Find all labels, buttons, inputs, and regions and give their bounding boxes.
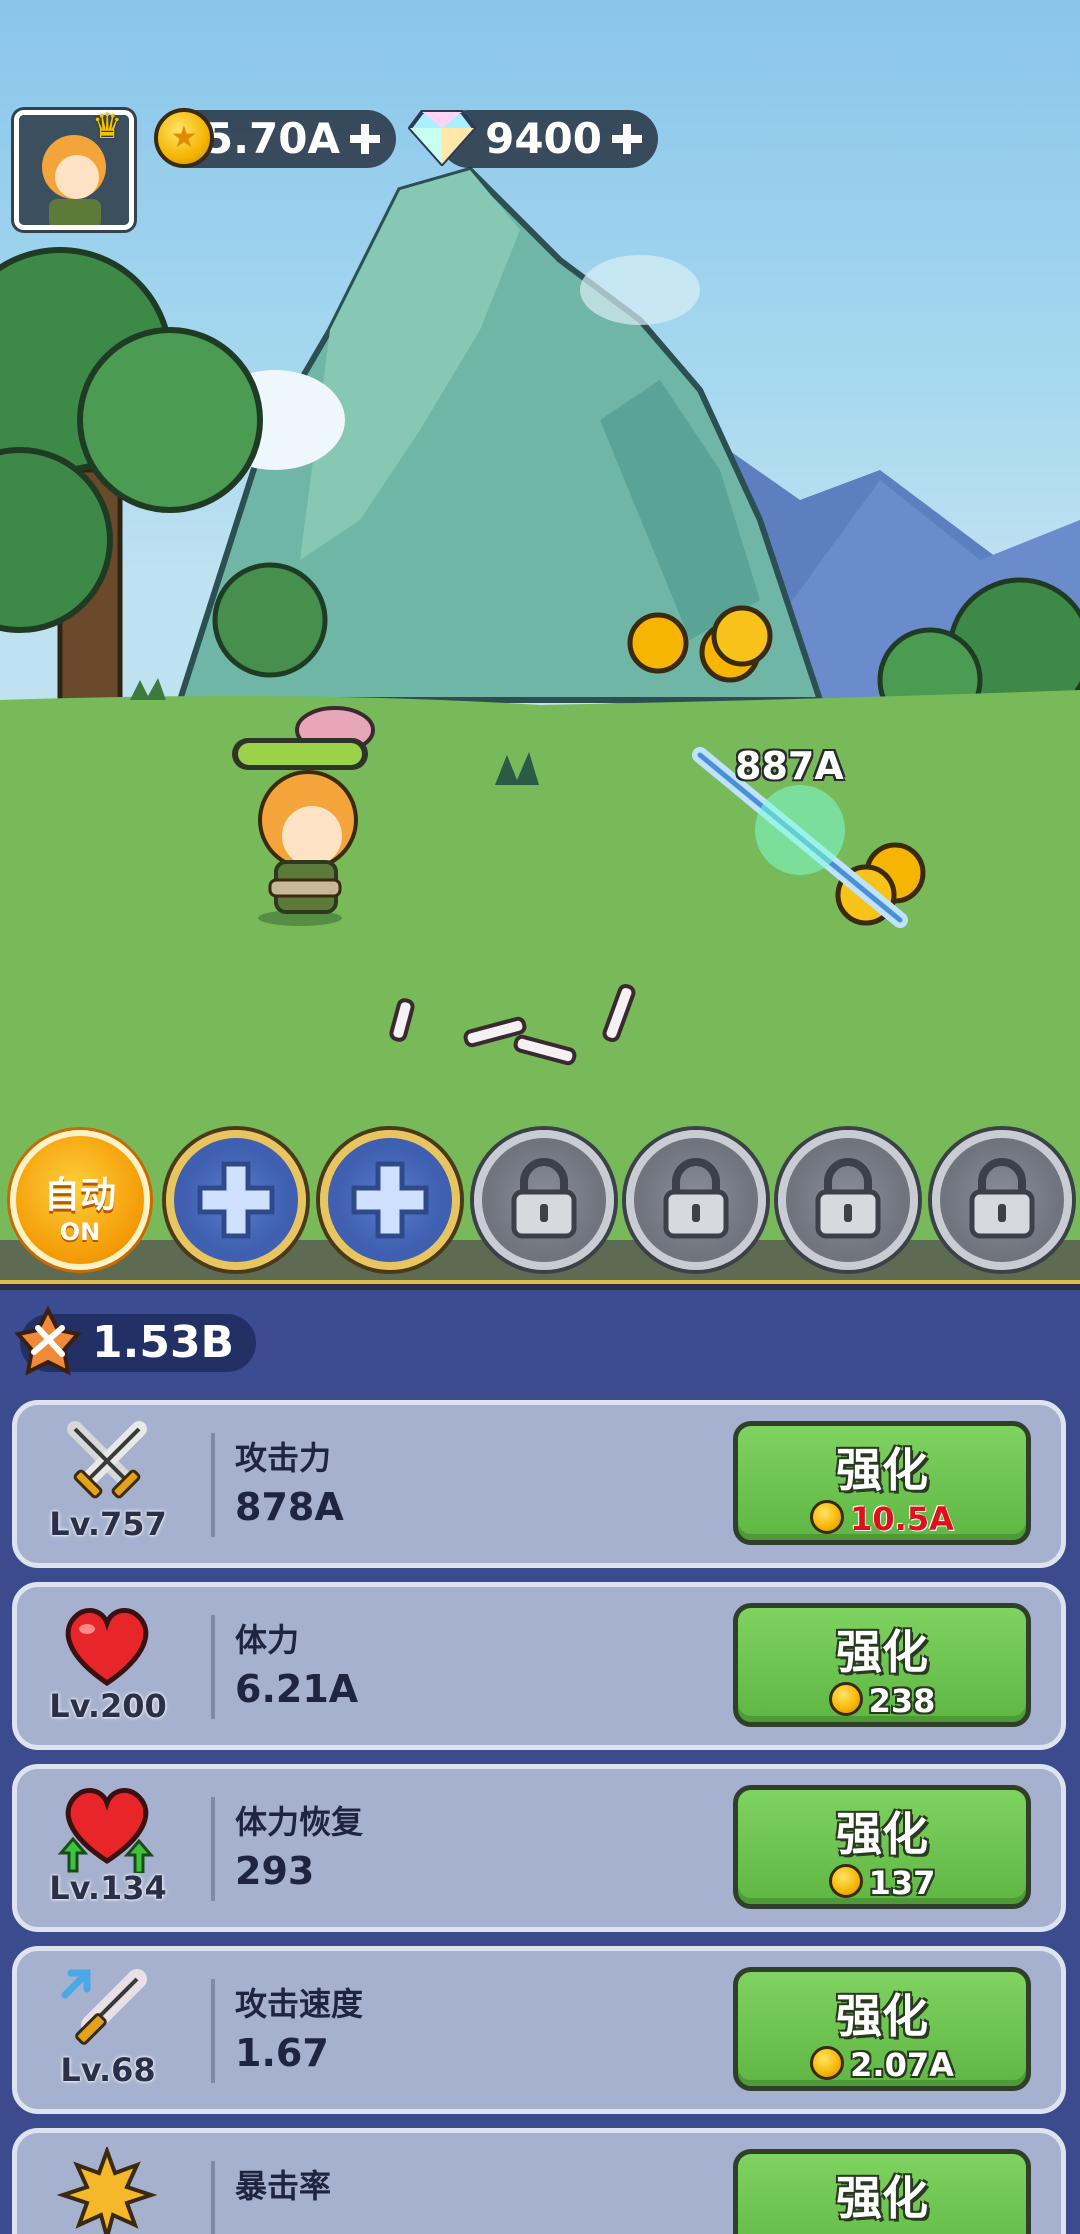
- row-separator: [211, 2161, 215, 2234]
- upgrade-level: Lv.134: [49, 1869, 167, 1907]
- gold-coin-icon: [154, 108, 214, 168]
- skill-slot-5-locked[interactable]: [778, 1130, 918, 1270]
- upgrade-value: 1.67: [235, 2031, 329, 2075]
- auto-label: 自动: [43, 1175, 116, 1216]
- upgrade-button-label: 强化: [836, 1443, 928, 1497]
- auto-skill-toggle[interactable]: 自动 ON: [10, 1130, 150, 1270]
- upgrade-cost: 137: [868, 1864, 936, 1902]
- upgrade-row-hp-regen: Lv.134 体力恢复 293 强化 137: [12, 1764, 1066, 1932]
- plus-icon: [351, 1161, 429, 1239]
- skill-slot-3-locked[interactable]: [474, 1130, 614, 1270]
- upgrade-row-attack-speed: Lv.68 攻击速度 1.67 强化 2.07A: [12, 1946, 1066, 2114]
- upgrade-value: 6.21A: [235, 1667, 359, 1711]
- auto-state: ON: [59, 1218, 101, 1246]
- add-gold-icon[interactable]: [346, 120, 384, 158]
- power-bar: 1.53B: [0, 1294, 1080, 1390]
- upgrade-hp-button[interactable]: 强化 238: [733, 1603, 1031, 1727]
- row-separator: [211, 1615, 215, 1719]
- lock-icon: [969, 1158, 1035, 1239]
- combat-power-value: 1.53B: [92, 1317, 235, 1368]
- damage-popup: 887A: [735, 744, 844, 788]
- upgrade-button-label: 强化: [836, 1807, 928, 1861]
- sword-speed-icon: [61, 1969, 147, 2045]
- upgrade-cost: 10.5A: [850, 1500, 954, 1538]
- upgrade-level: Lv.757: [49, 1505, 167, 1543]
- upgrade-button-label: 强化: [836, 1625, 928, 1679]
- panel-divider: [0, 1280, 1080, 1290]
- lock-icon: [663, 1158, 729, 1239]
- gold-value: 5.70A: [203, 114, 340, 163]
- upgrade-button-label: 强化: [836, 1989, 928, 2043]
- heart-regen-icon: [57, 1787, 155, 1873]
- skill-slot-6-locked[interactable]: [932, 1130, 1072, 1270]
- battle-background: [0, 166, 1080, 1280]
- upgrade-cost: 2.07A: [850, 2046, 954, 2084]
- diamond-icon: [408, 110, 476, 166]
- row-separator: [211, 1979, 215, 2083]
- upgrade-row-hp: Lv.200 体力 6.21A 强化 238: [12, 1582, 1066, 1750]
- upgrade-hp-regen-button[interactable]: 强化 137: [733, 1785, 1031, 1909]
- row-separator: [211, 1433, 215, 1537]
- upgrade-name: 体力恢复: [235, 1803, 364, 1841]
- row-separator: [211, 1797, 215, 1901]
- upgrade-attack-speed-button[interactable]: 强化 2.07A: [733, 1967, 1031, 2091]
- gem-value: 9400: [485, 114, 602, 163]
- coin-icon: [810, 2046, 845, 2080]
- upgrade-attack-button[interactable]: 强化 10.5A: [733, 1421, 1031, 1545]
- skill-slot-bar: 自动 ON: [0, 1120, 1080, 1280]
- upgrade-name: 攻击速度: [235, 1985, 364, 2023]
- upgrade-name: 暴击率: [235, 2167, 332, 2205]
- plus-icon: [197, 1161, 275, 1239]
- skill-slot-4-locked[interactable]: [626, 1130, 766, 1270]
- upgrade-value: 878A: [235, 1485, 344, 1529]
- coin-icon: [828, 1864, 863, 1898]
- crown-icon: ♛: [92, 107, 123, 147]
- lock-icon: [511, 1158, 577, 1239]
- upgrade-cost: 238: [868, 1682, 936, 1720]
- upgrade-name: 体力: [235, 1621, 300, 1659]
- add-gem-icon[interactable]: [608, 120, 646, 158]
- coin-icon: [828, 1682, 863, 1716]
- upgrade-row-attack: Lv.757 攻击力 878A 强化 10.5A: [12, 1400, 1066, 1568]
- combat-power-icon: [14, 1306, 82, 1376]
- upgrade-level: Lv.200: [49, 1687, 167, 1725]
- upgrade-name: 攻击力: [235, 1439, 332, 1477]
- upgrade-panel: 1.53B Lv.757 攻击力 878A 强化 10.5A Lv.200 体力…: [0, 1280, 1080, 2234]
- upgrade-value: 293: [235, 1849, 315, 1893]
- skill-slot-1[interactable]: [166, 1130, 306, 1270]
- crossed-swords-icon: [67, 1421, 147, 1499]
- upgrade-button-label: 强化: [836, 2171, 928, 2225]
- upgrade-row-crit-rate: 暴击率 强化: [12, 2128, 1066, 2234]
- upgrade-level: Lv.68: [60, 2051, 156, 2089]
- coin-icon: [810, 1500, 845, 1534]
- heart-icon: [65, 1607, 149, 1687]
- upgrade-crit-rate-button[interactable]: 强化: [733, 2149, 1031, 2234]
- lock-icon: [815, 1158, 881, 1239]
- critical-burst-icon: [57, 2147, 157, 2234]
- skill-slot-2[interactable]: [320, 1130, 460, 1270]
- battle-scene: 887A ♛ 5.70A 9400 自动 ON: [0, 0, 1080, 1280]
